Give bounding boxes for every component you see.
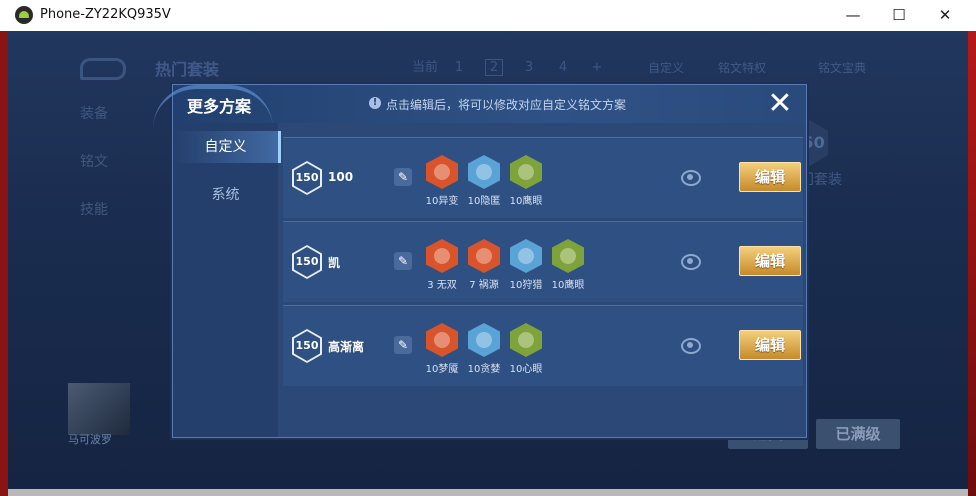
window-titlebar: Phone-ZY22KQ935V — ☐ ✕ xyxy=(0,0,976,31)
rune-gem-icon xyxy=(510,323,542,357)
modal-hint: 点击编辑后，将可以修改对应自定义铭文方案 xyxy=(386,98,627,112)
rune-set[interactable]: 3 无双 xyxy=(423,239,461,291)
preview-eye-icon[interactable] xyxy=(681,338,701,354)
rune-set[interactable]: 10梦魇 xyxy=(423,323,461,375)
rune-gem-icon xyxy=(510,155,542,189)
maximize-button[interactable]: ☐ xyxy=(876,0,922,31)
plan-row[interactable]: 150 高渐离 ✎ 编辑 10梦魇 10贪婪 10心眼 xyxy=(283,305,803,386)
rune-set[interactable]: 10心眼 xyxy=(507,323,545,375)
rune-set[interactable]: 7 祸源 xyxy=(465,239,503,291)
hero-avatar[interactable] xyxy=(68,383,130,435)
window-bottom-bar xyxy=(8,489,968,496)
preview-eye-icon[interactable] xyxy=(681,254,701,270)
bg-tab-add[interactable]: + xyxy=(580,60,614,75)
rune-label: 10隐匿 xyxy=(467,196,501,207)
bg-side-equip[interactable]: 装备 xyxy=(80,103,108,123)
modal-header: 更多方案 ! 点击编辑后，将可以修改对应自定义铭文方案 ✕ xyxy=(153,85,806,123)
rune-label: 10异变 xyxy=(425,196,459,207)
rune-label: 3 无双 xyxy=(427,280,457,291)
rune-gem-icon xyxy=(426,155,458,189)
bg-tab-3[interactable]: 3 xyxy=(512,60,546,75)
rune-gem-icon xyxy=(552,239,584,273)
rune-label: 10狩猎 xyxy=(509,280,543,291)
rune-set[interactable]: 10鹰眼 xyxy=(507,155,545,207)
desktop-background xyxy=(968,31,976,496)
rune-label: 10鹰眼 xyxy=(551,280,585,291)
bg-plan-tabs: 当前 1 2 3 4 + xyxy=(408,56,614,76)
bg-tab-current[interactable]: 当前 xyxy=(408,56,442,75)
bg-title: 热门套装 xyxy=(155,60,220,79)
plan-name: 100 xyxy=(328,170,354,184)
info-icon: ! xyxy=(369,97,381,109)
android-icon xyxy=(15,6,33,24)
tab-system[interactable]: 系统 xyxy=(173,179,278,211)
bg-side-skill[interactable]: 技能 xyxy=(80,199,108,219)
rune-label: 10鹰眼 xyxy=(509,196,543,207)
rune-label: 10心眼 xyxy=(509,364,543,375)
plan-name: 高渐离 xyxy=(328,340,365,354)
minimize-button[interactable]: — xyxy=(830,0,876,31)
window-title: Phone-ZY22KQ935V xyxy=(40,7,171,22)
modal-title: 更多方案 xyxy=(187,97,252,116)
rune-gem-icon xyxy=(468,323,500,357)
rune-label: 10梦魇 xyxy=(425,364,459,375)
rune-gem-icon xyxy=(468,239,500,273)
close-window-button[interactable]: ✕ xyxy=(922,0,968,31)
hero-name: 马可波罗 xyxy=(68,433,112,446)
tab-custom[interactable]: 自定义 xyxy=(173,131,281,163)
bg-tab-2[interactable]: 2 xyxy=(485,59,503,76)
rename-pencil-icon[interactable]: ✎ xyxy=(394,168,412,186)
plan-level: 150 xyxy=(295,171,319,184)
plan-name: 凯 xyxy=(328,256,341,270)
rune-label: 10贪婪 xyxy=(467,364,501,375)
modal-close-button[interactable]: ✕ xyxy=(763,87,797,121)
rune-gem-icon xyxy=(426,323,458,357)
plan-row[interactable]: 150 100 ✎ 编辑 10异变 10隐匿 10鹰眼 xyxy=(283,137,803,218)
edit-button[interactable]: 编辑 xyxy=(739,246,801,276)
plan-level: 150 xyxy=(295,339,319,352)
rune-set[interactable]: 10鹰眼 xyxy=(549,239,587,291)
maxed-button[interactable]: 已满级 xyxy=(816,419,900,449)
rune-gem-icon xyxy=(426,239,458,273)
preview-eye-icon[interactable] xyxy=(681,170,701,186)
modal-sidebar: 自定义 系统 xyxy=(173,123,281,437)
rune-set[interactable]: 10隐匿 xyxy=(465,155,503,207)
bg-rune-book[interactable]: 铭文宝典 xyxy=(818,59,866,76)
plan-list[interactable]: 150 100 ✎ 编辑 10异变 10隐匿 10鹰眼 150 凯 ✎ 编辑 3 无双 7 祸源 10狩猎… xyxy=(283,123,803,437)
edit-button[interactable]: 编辑 xyxy=(739,162,801,192)
game-logo-icon xyxy=(80,58,126,80)
bg-custom-label[interactable]: 自定义 xyxy=(648,59,684,76)
bg-side-rune[interactable]: 铭文 xyxy=(80,151,108,171)
rename-pencil-icon[interactable]: ✎ xyxy=(394,252,412,270)
rename-pencil-icon[interactable]: ✎ xyxy=(394,336,412,354)
app-window: Phone-ZY22KQ935V — ☐ ✕ 热门套装 当前 1 2 3 4 + 自定义 … xyxy=(0,0,976,496)
bg-tab-1[interactable]: 1 xyxy=(442,60,476,75)
plan-row[interactable]: 150 凯 ✎ 编辑 3 无双 7 祸源 10狩猎 10鹰眼 xyxy=(283,221,803,302)
rune-set[interactable]: 10贪婪 xyxy=(465,323,503,375)
more-plans-modal: 更多方案 ! 点击编辑后，将可以修改对应自定义铭文方案 ✕ 自定义 系统 150… xyxy=(153,84,807,438)
rune-set[interactable]: 10异变 xyxy=(423,155,461,207)
rune-gem-icon xyxy=(468,155,500,189)
rune-label: 7 祸源 xyxy=(469,280,499,291)
bg-tab-4[interactable]: 4 xyxy=(546,60,580,75)
edit-button[interactable]: 编辑 xyxy=(739,330,801,360)
bg-rune-special[interactable]: 铭文特权 xyxy=(718,59,766,76)
rune-gem-icon xyxy=(510,239,542,273)
rune-set[interactable]: 10狩猎 xyxy=(507,239,545,291)
game-screen: 热门套装 当前 1 2 3 4 + 自定义 铭文特权 铭文宝典 装备 铭文 技能 150 … xyxy=(8,31,968,489)
plan-level: 150 xyxy=(295,255,319,268)
